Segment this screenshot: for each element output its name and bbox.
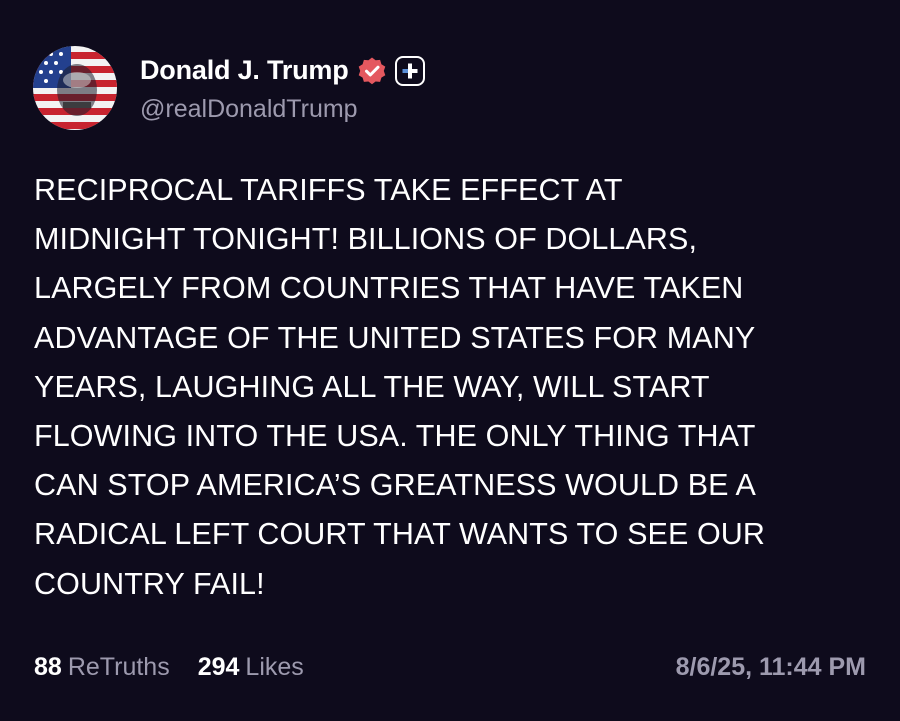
author-display-name[interactable]: Donald J. Trump xyxy=(140,55,349,86)
post-text-line: LARGELY FROM COUNTRIES THAT HAVE TAKEN xyxy=(34,271,744,306)
post-text-line: COUNTRY FAIL! xyxy=(34,566,265,601)
verified-badge-icon xyxy=(357,56,387,86)
post-text: RECIPROCAL TARIFFS TAKE EFFECT AT MIDNIG… xyxy=(34,166,874,609)
post-footer: 88 ReTruths 294 Likes 8/6/25, 11:44 PM xyxy=(34,653,866,682)
post-text-line: FLOWING INTO THE USA. THE ONLY THING THA… xyxy=(34,419,756,454)
author-handle[interactable]: @realDonaldTrump xyxy=(140,95,358,124)
author-row: Donald J. Trump xyxy=(140,55,425,86)
plus-badge-icon xyxy=(394,55,425,86)
retruths-label: ReTruths xyxy=(67,653,170,681)
avatar[interactable] xyxy=(33,46,117,130)
post-card: Donald J. Trump @realDonaldTrump RECIPRO… xyxy=(0,0,900,721)
retruths-stat[interactable]: 88 ReTruths xyxy=(34,653,170,682)
post-text-line: RADICAL LEFT COURT THAT WANTS TO SEE OUR xyxy=(34,517,766,552)
likes-count: 294 xyxy=(197,653,240,681)
post-text-line: YEARS, LAUGHING ALL THE WAY, WILL START xyxy=(34,369,710,404)
retruths-count: 88 xyxy=(34,653,62,681)
likes-stat[interactable]: 294 Likes xyxy=(198,653,304,682)
post-timestamp[interactable]: 8/6/25, 11:44 PM xyxy=(676,653,866,682)
post-text-line: RECIPROCAL TARIFFS TAKE EFFECT AT xyxy=(34,173,623,207)
post-text-line: ADVANTAGE OF THE UNITED STATES FOR MANY xyxy=(34,320,756,355)
post-text-line: MIDNIGHT TONIGHT! BILLIONS OF DOLLARS, xyxy=(34,222,698,257)
post-text-line: CAN STOP AMERICA’S GREATNESS WOULD BE A xyxy=(34,468,756,503)
avatar-flag-portrait-icon xyxy=(33,46,117,130)
likes-label: Likes xyxy=(245,653,304,681)
